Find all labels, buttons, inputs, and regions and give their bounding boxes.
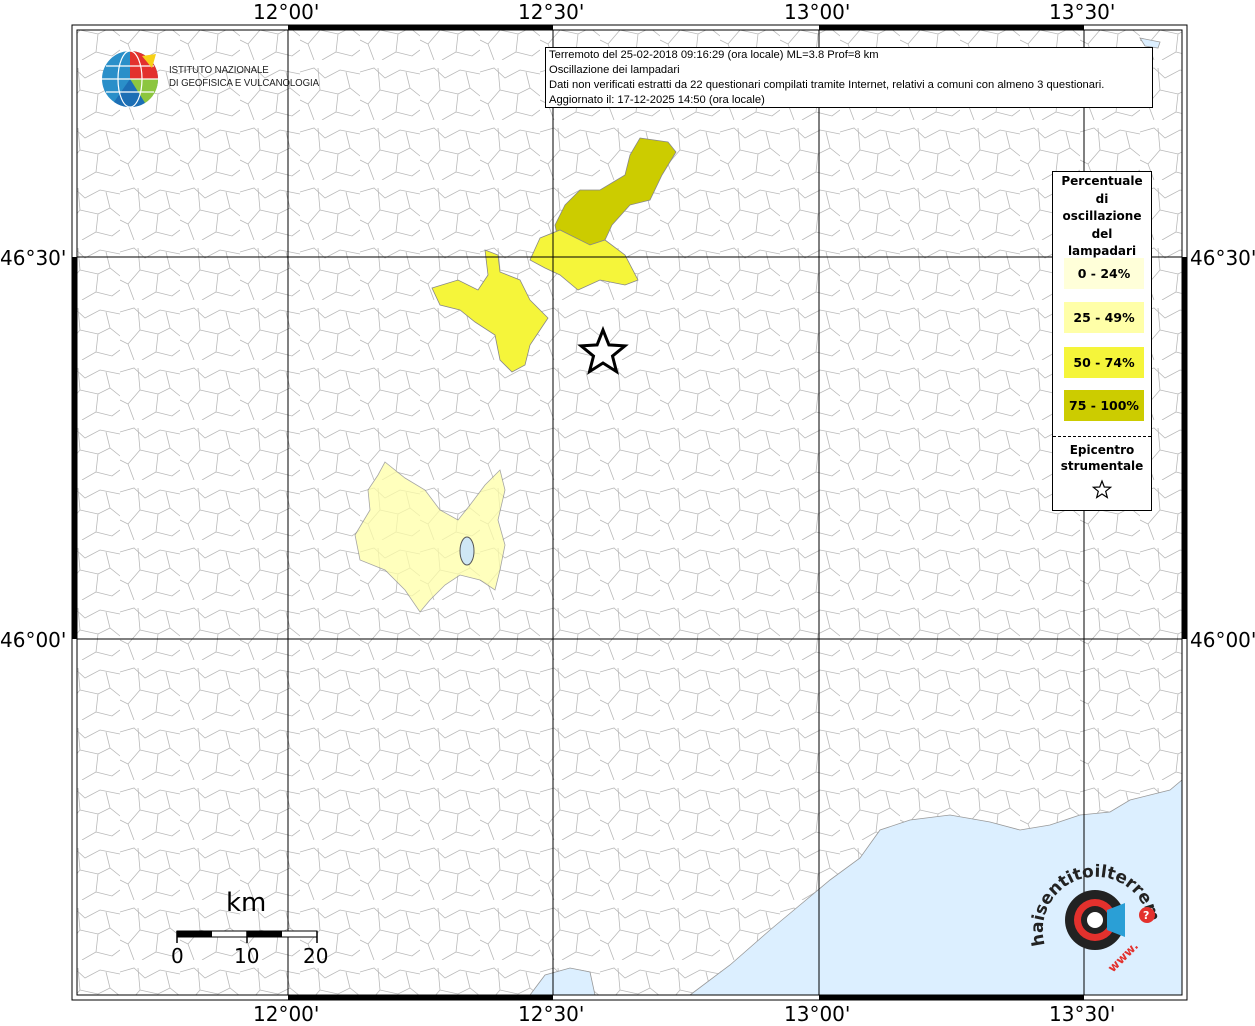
legend-star-icon [1091,479,1113,499]
legend-title-line4: del [1091,226,1113,241]
legend-title-line1: Percentuale [1061,174,1143,188]
lon-label-top-1230: 12°30' [518,0,585,24]
update-time: Aggiornato il: 17-12-2025 14:50 (ora loc… [549,94,765,106]
lake [459,536,475,566]
legend-epicenter-label: Epicentro strumentale [1053,442,1151,474]
lon-label-top-1330: 13°30' [1049,0,1116,24]
lon-label-bottom-1230: 12°30' [518,1002,585,1026]
lat-label-left-4600: 46°00' [0,628,67,652]
legend-class-25-49: 25 - 49% [1064,302,1144,333]
legend-title-line3: oscillazione [1062,209,1142,223]
ingv-text: ISTITUTO NAZIONALE DI GEOFISICA E VULCAN… [169,64,319,90]
lon-label-top-1300: 13°00' [784,0,851,24]
scale-tick-10: 10 [234,944,260,968]
legend-title: Percentuale di oscillazione del lampadar… [1053,173,1151,261]
legend-class-50-74: 50 - 74% [1064,347,1144,378]
scale-bar [176,930,318,943]
legend-class-0-24: 0 - 24% [1064,258,1144,289]
ingv-globe-icon [102,50,159,108]
ingv-line2: DI GEOFISICA E VULCANOLOGIA [169,77,319,89]
data-note: Dati non verificati estratti da 22 quest… [549,79,1105,91]
scale-tick-0: 0 [171,944,184,968]
event-info-box: Terremoto del 25-02-2018 09:16:29 (ora l… [545,47,1153,108]
lat-label-right-4600: 46°00' [1190,628,1255,652]
map-subject: Oscillazione dei lampadari [549,64,680,76]
svg-text:?: ? [1143,909,1149,922]
legend: Percentuale di oscillazione del lampadar… [1052,171,1152,511]
lon-label-bottom-1330: 13°30' [1049,1002,1116,1026]
legend-separator [1053,436,1151,437]
lon-label-bottom-1300: 13°00' [784,1002,851,1026]
legend-epicenter-line1: Epicentro [1069,443,1135,457]
lon-label-bottom-1200: 12°00' [253,1002,320,1026]
scale-tick-20: 20 [303,944,329,968]
legend-class-75-100: 75 - 100% [1064,390,1144,421]
lat-label-right-4630: 46°30' [1190,246,1255,270]
legend-epicenter-line2: strumentale [1060,459,1144,473]
legend-title-line2: di [1095,191,1109,206]
lon-label-top-1200: 12°00' [253,0,320,24]
ingv-line1: ISTITUTO NAZIONALE [169,64,269,76]
lat-label-left-4630: 46°30' [0,246,67,270]
event-title: Terremoto del 25-02-2018 09:16:29 (ora l… [549,49,879,61]
haisentito-logo-icon: haisentitoilterremoto.it ? www. [1027,855,1164,975]
